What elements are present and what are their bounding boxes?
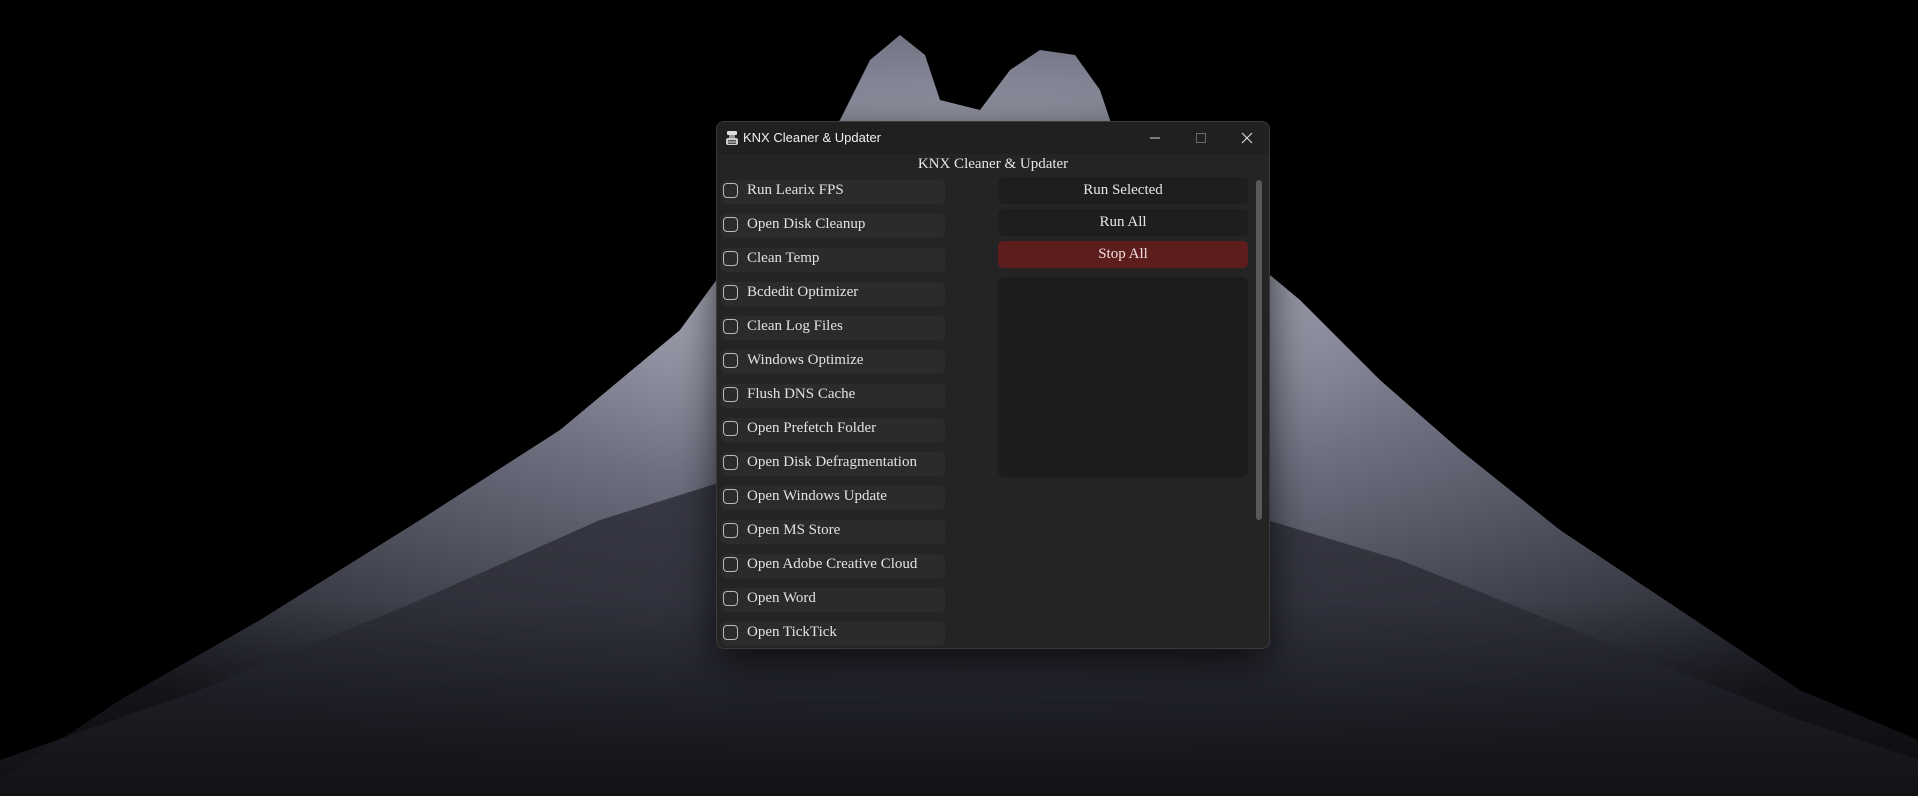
task-label: Open Word [747, 590, 816, 606]
task-checkbox[interactable] [723, 183, 738, 198]
app-header-title: KNX Cleaner & Updater [917, 156, 1069, 172]
task-checkbox[interactable] [723, 489, 738, 504]
task-label: Open Disk Cleanup [747, 216, 866, 232]
run-all-button[interactable]: Run All [998, 209, 1248, 236]
task-checkbox[interactable] [723, 591, 738, 606]
task-label: Open MS Store [747, 522, 841, 538]
task-item[interactable]: Open Disk Defragmentation [721, 452, 945, 476]
task-item[interactable]: Open Word [721, 588, 945, 612]
task-item[interactable]: Clean Temp [721, 248, 945, 272]
stop-all-button[interactable]: Stop All [998, 241, 1248, 268]
task-checkbox[interactable] [723, 455, 738, 470]
task-label: Clean Log Files [747, 318, 843, 334]
task-list: Run Learix FPS Open Disk Cleanup Clean T… [717, 178, 947, 648]
task-item[interactable]: Open MS Store [721, 520, 945, 544]
task-item[interactable]: Open Prefetch Folder [721, 418, 945, 442]
scrollbar-thumb[interactable] [1256, 180, 1262, 520]
task-label: Open Windows Update [747, 488, 887, 504]
close-button[interactable] [1224, 122, 1269, 154]
output-log[interactable] [998, 277, 1248, 477]
task-item[interactable]: Flush DNS Cache [721, 384, 945, 408]
task-label: Run Learix FPS [747, 182, 844, 198]
task-checkbox[interactable] [723, 217, 738, 232]
window-title: KNX Cleaner & Updater [743, 130, 882, 145]
task-checkbox[interactable] [723, 557, 738, 572]
task-checkbox[interactable] [723, 353, 738, 368]
task-label: Clean Temp [747, 250, 820, 266]
task-item[interactable]: Open Adobe Creative Cloud [721, 554, 945, 578]
task-label: Bcdedit Optimizer [747, 284, 859, 300]
minimize-icon [1150, 137, 1160, 139]
task-item[interactable]: Run Learix FPS [721, 180, 945, 204]
run-selected-button[interactable]: Run Selected [998, 177, 1248, 204]
maximize-button[interactable] [1178, 122, 1224, 154]
task-label: Open Prefetch Folder [747, 420, 877, 436]
task-checkbox[interactable] [723, 421, 738, 436]
task-item[interactable]: Bcdedit Optimizer [721, 282, 945, 306]
scrollbar[interactable] [1255, 178, 1263, 646]
task-checkbox[interactable] [723, 523, 738, 538]
close-icon [1241, 132, 1253, 144]
task-item[interactable]: Open Windows Update [721, 486, 945, 510]
task-item[interactable]: Windows Optimize [721, 350, 945, 374]
app-icon [726, 131, 738, 145]
task-checkbox[interactable] [723, 251, 738, 266]
task-label: Windows Optimize [747, 352, 864, 368]
task-checkbox[interactable] [723, 625, 738, 640]
desktop: KNX Cleaner & Updater KNX Cleaner & Upda… [0, 0, 1918, 796]
task-label: Flush DNS Cache [747, 386, 856, 402]
task-item[interactable]: Clean Log Files [721, 316, 945, 340]
task-label: Open Disk Defragmentation [747, 454, 917, 470]
app-window: KNX Cleaner & Updater KNX Cleaner & Upda… [716, 121, 1270, 649]
task-checkbox[interactable] [723, 319, 738, 334]
maximize-icon [1196, 133, 1206, 143]
task-item[interactable]: Open Disk Cleanup [721, 214, 945, 238]
task-label: Open TickTick [747, 624, 837, 640]
task-checkbox[interactable] [723, 285, 738, 300]
title-bar[interactable]: KNX Cleaner & Updater [717, 122, 1269, 154]
task-checkbox[interactable] [723, 387, 738, 402]
task-label: Open Adobe Creative Cloud [747, 556, 918, 572]
task-item[interactable]: Open TickTick [721, 622, 945, 646]
minimize-button[interactable] [1132, 122, 1178, 154]
